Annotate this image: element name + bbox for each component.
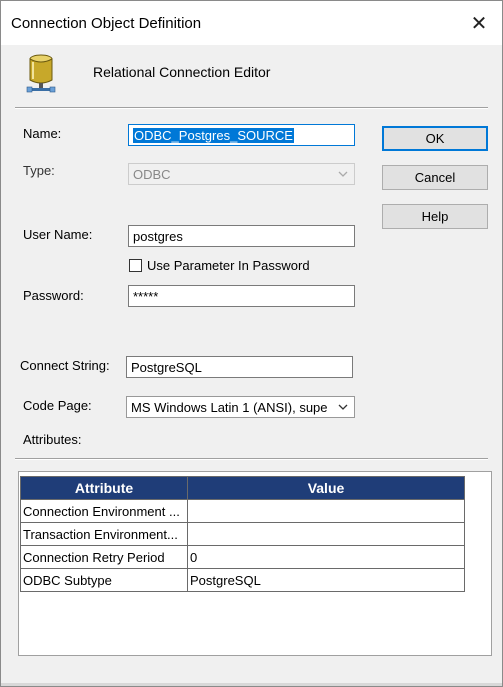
column-header-value[interactable]: Value (187, 476, 465, 500)
bottom-edge (1, 683, 502, 686)
value-cell[interactable] (187, 522, 465, 546)
password-value: ***** (133, 289, 159, 304)
username-value: postgres (133, 229, 183, 244)
name-value: ODBC_Postgres_SOURCE (133, 128, 294, 143)
database-icon (26, 54, 56, 93)
username-label: User Name: (23, 227, 93, 242)
close-button[interactable]: ✕ (456, 1, 502, 45)
attributes-separator (15, 458, 488, 460)
header-separator (15, 107, 488, 109)
chevron-down-icon (336, 400, 350, 414)
checkbox-box[interactable] (129, 259, 142, 272)
value-cell[interactable]: 0 (187, 545, 465, 569)
help-button[interactable]: Help (382, 204, 488, 229)
name-label: Name: (23, 126, 62, 141)
window-title: Connection Object Definition (11, 15, 202, 32)
attributes-table-panel: Attribute Value Connection Environment .… (18, 471, 492, 656)
table-row[interactable]: Transaction Environment... (20, 522, 465, 546)
column-header-attribute[interactable]: Attribute (20, 476, 188, 500)
attribute-cell[interactable]: Connection Environment ... (20, 499, 188, 523)
table-header-row: Attribute Value (20, 476, 465, 500)
attributes-table: Attribute Value Connection Environment .… (20, 476, 465, 592)
type-value: ODBC (133, 167, 171, 182)
connect-string-label: Connect String: (20, 358, 110, 373)
value-cell[interactable] (187, 499, 465, 523)
table-row[interactable]: ODBC Subtype PostgreSQL (20, 568, 465, 592)
password-input[interactable]: ***** (128, 285, 355, 307)
table-row[interactable]: Connection Environment ... (20, 499, 465, 523)
code-page-value: MS Windows Latin 1 (ANSI), supe (131, 400, 328, 415)
use-parameter-label: Use Parameter In Password (147, 258, 310, 273)
ok-button[interactable]: OK (382, 126, 488, 151)
password-label: Password: (23, 288, 84, 303)
chevron-down-icon (338, 171, 348, 177)
connect-string-input[interactable]: PostgreSQL (126, 356, 353, 378)
name-input[interactable]: ODBC_Postgres_SOURCE (128, 124, 355, 146)
code-page-label: Code Page: (23, 398, 92, 413)
table-row[interactable]: Connection Retry Period 0 (20, 545, 465, 569)
title-bar: Connection Object Definition ✕ (1, 1, 502, 45)
cancel-button[interactable]: Cancel (382, 165, 488, 190)
use-parameter-checkbox[interactable]: Use Parameter In Password (129, 258, 310, 273)
code-page-select[interactable]: MS Windows Latin 1 (ANSI), supe (126, 396, 355, 418)
value-cell[interactable]: PostgreSQL (187, 568, 465, 592)
attribute-cell[interactable]: ODBC Subtype (20, 568, 188, 592)
close-icon: ✕ (470, 12, 488, 35)
type-label: Type: (23, 163, 55, 178)
connect-string-value: PostgreSQL (131, 360, 202, 375)
editor-heading: Relational Connection Editor (93, 64, 271, 80)
attribute-cell[interactable]: Connection Retry Period (20, 545, 188, 569)
username-input[interactable]: postgres (128, 225, 355, 247)
attribute-cell[interactable]: Transaction Environment... (20, 522, 188, 546)
attributes-label: Attributes: (23, 432, 82, 447)
connection-object-dialog: Connection Object Definition ✕ Relationa… (0, 0, 503, 687)
type-select[interactable]: ODBC (128, 163, 355, 185)
